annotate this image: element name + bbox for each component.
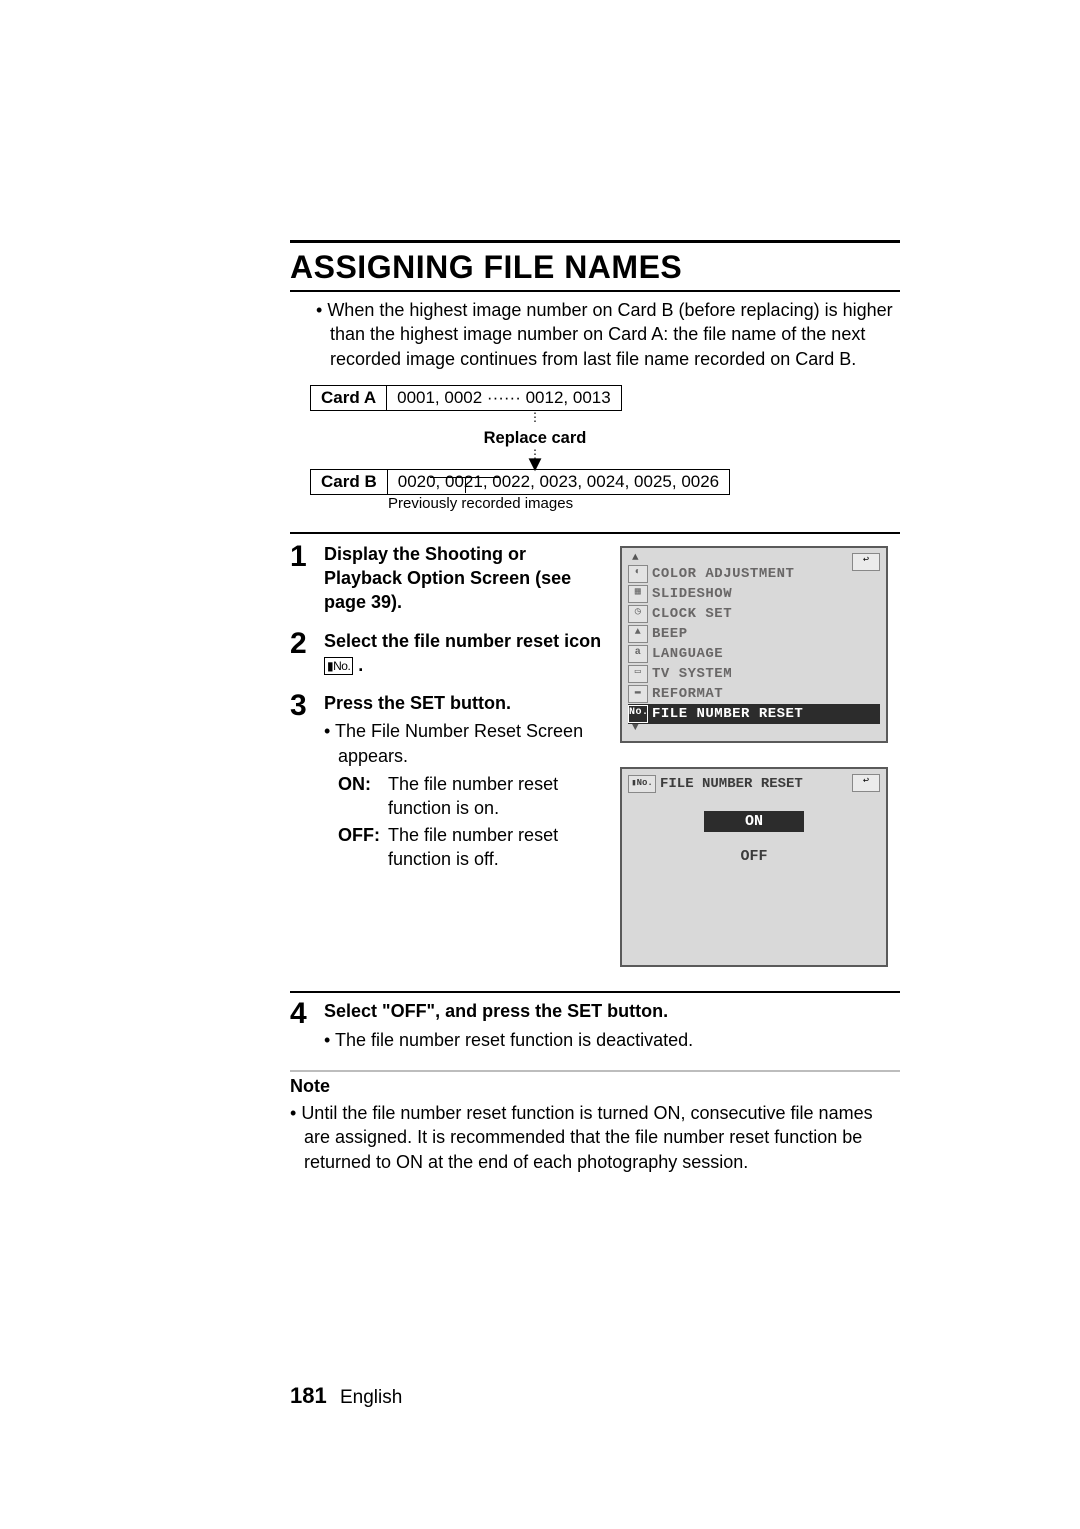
previously-recorded-note: Previously recorded images [310,495,900,512]
option-off: OFF [704,846,804,867]
section-title: ASSIGNING FILE NAMES [290,240,900,292]
off-label: OFF: [338,823,382,872]
bell-icon: ▲ [628,625,648,643]
menu-item-clock-set: ◷CLOCK SET [628,604,880,624]
return-icon: ↩ [852,774,880,792]
step-4: 4 Select "OFF", and press the SET button… [290,999,900,1056]
tv-icon: ▭ [628,665,648,683]
card-b-label: Card B [311,469,388,494]
arrow-dots: ⋮ [310,411,760,423]
card-a-values: 0001, 0002 ······ 0012, 0013 [387,385,622,410]
page-footer: 181 English [290,1383,402,1409]
step-4-title: Select "OFF", and press the SET button. [324,1001,668,1021]
off-text: The file number reset function is off. [388,823,602,872]
manual-page: ASSIGNING FILE NAMES When the highest im… [0,0,1080,1529]
card-sequence-diagram: Card A 0001, 0002 ······ 0012, 0013 ⋮ Re… [310,385,900,512]
card-b-values: 0020, 0021, 0022, 0023, 0024, 0025, 0026 [387,469,729,494]
steps-column: 1 Display the Shooting or Playback Optio… [290,542,602,968]
step-number: 3 [290,691,310,873]
intro-paragraph: When the highest image number on Card B … [290,298,900,371]
arrow-down-icon: ▼ [310,460,760,469]
screen-header: FILE NUMBER RESET [660,776,803,792]
option-on: ON [704,811,804,832]
abc-icon: a [628,645,648,663]
scroll-down-icon: ▼ [628,724,880,734]
divider [290,532,900,534]
menu-item-language: aLANGUAGE [628,644,880,664]
footer-language: English [340,1387,402,1408]
menu-item-slideshow: ▦SLIDESHOW [628,584,880,604]
step-1: 1 Display the Shooting or Playback Optio… [290,542,602,615]
step-number: 4 [290,999,310,1056]
page-number: 181 [290,1383,327,1408]
clock-icon: ◷ [628,605,648,623]
step-4-bullet: The file number reset function is deacti… [324,1028,693,1052]
card-a-table: Card A 0001, 0002 ······ 0012, 0013 [310,385,622,411]
menu-item-color-adjustment: ◐COLOR ADJUSTMENT [628,564,880,584]
divider [290,991,900,993]
file-number-icon: ▮No. [324,657,353,675]
step-number: 2 [290,629,310,678]
option-menu-screen: ↩ ▲ ◐COLOR ADJUSTMENT ▦SLIDESHOW ◷CLOCK … [620,546,888,744]
screens-column: ↩ ▲ ◐COLOR ADJUSTMENT ▦SLIDESHOW ◷CLOCK … [620,542,900,968]
card-a-label: Card A [311,385,387,410]
step-1-text: Display the Shooting or Playback Option … [324,544,571,613]
replace-card-label: Replace card [310,423,760,448]
step-number: 1 [290,542,310,615]
step-3-bullet: The File Number Reset Screen appears. [324,719,602,768]
note-heading: Note [290,1070,900,1097]
file-number-icon: No. [628,705,648,723]
on-label: ON: [338,772,382,821]
note-text: Until the file number reset function is … [290,1101,900,1174]
menu-item-beep: ▲BEEP [628,624,880,644]
scroll-up-icon: ▲ [628,554,880,564]
palette-icon: ◐ [628,565,648,583]
file-number-icon: ▮No. [628,775,656,793]
menu-item-file-number-reset: No.FILE NUMBER RESET [628,704,880,724]
step-2: 2 Select the file number reset icon ▮No.… [290,629,602,678]
return-icon: ↩ [852,553,880,571]
file-number-reset-screen: ↩ ▮No. FILE NUMBER RESET ON OFF [620,767,888,967]
step-2-text: Select the file number reset icon [324,631,601,651]
step-3-title: Press the SET button. [324,693,511,713]
on-text: The file number reset function is on. [388,772,602,821]
menu-item-reformat: ▬REFORMAT [628,684,880,704]
step-3: 3 Press the SET button. The File Number … [290,691,602,873]
menu-item-tv-system: ▭TV SYSTEM [628,664,880,684]
slideshow-icon: ▦ [628,585,648,603]
card-icon: ▬ [628,685,648,703]
card-b-table: Card B 0020, 0021, 0022, 0023, 0024, 002… [310,469,730,495]
